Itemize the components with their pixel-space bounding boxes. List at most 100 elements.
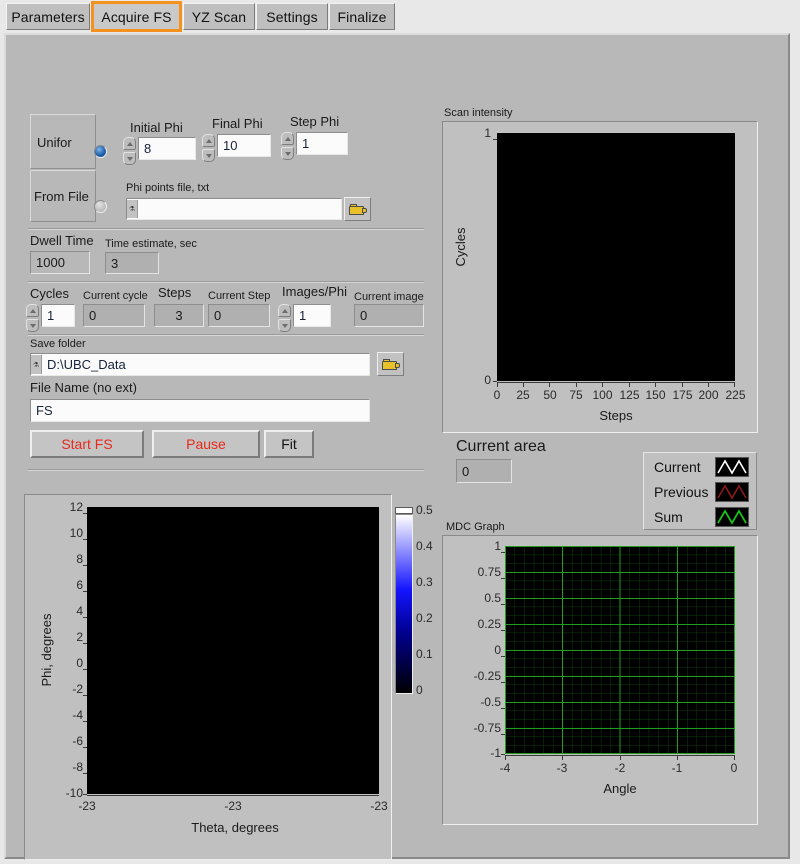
current-area-indicator: 0 [456,459,512,483]
y-tick: -8 [72,760,83,774]
x-axis-title: Steps [599,408,633,423]
y-tick: 0 [494,643,501,657]
scan-intensity-plot-area[interactable] [497,133,735,381]
dwell-time-label: Dwell Time [30,233,94,248]
x-axis-title: Angle [603,781,637,796]
x-tick: -4 [499,761,511,775]
pause-button[interactable]: Pause [152,430,260,458]
tab-label: Settings [266,8,318,25]
dwell-time-input[interactable]: 1000 [30,251,90,274]
tab-settings[interactable]: Settings [256,3,328,30]
fit-label: Fit [281,436,297,452]
time-estimate-indicator: 3 [105,252,159,274]
y-tick: 0 [484,373,491,387]
waveform-icon [717,484,747,500]
y-tick: -10 [65,786,83,800]
tab-finalize[interactable]: Finalize [329,3,395,30]
y-tick: 1 [494,539,501,553]
path-icon: ⚗ [127,200,138,218]
current-cycle-value: 0 [89,308,97,323]
file-name-input[interactable]: FS [30,399,370,422]
y-tick: -0.5 [480,695,501,709]
x-tick: 25 [516,388,530,402]
tab-label: Parameters [11,8,85,25]
waveform-icon [717,459,747,475]
pause-label: Pause [186,436,226,452]
x-tick: -23 [370,799,388,813]
initial-phi-value: 8 [144,141,152,156]
application-window: Parameters Acquire FS YZ Scan Settings F… [0,0,800,864]
uniform-mode-frame[interactable]: Unifor [30,114,96,169]
current-area-label: Current area [456,438,546,455]
step-phi-input[interactable]: 1 [296,132,348,155]
folder-icon [349,204,367,216]
from-file-mode-frame[interactable]: From File [30,170,96,222]
y-tick: 0.5 [484,591,501,605]
final-phi-input[interactable]: 10 [217,134,271,157]
waveform-icon [717,509,747,525]
colorbar-tick: 0.2 [416,611,433,625]
y-axis-title: Cycles [453,227,468,267]
time-estimate-value: 3 [111,255,119,271]
folder-icon [382,359,400,371]
legend-item-current[interactable]: Current [644,455,756,479]
final-phi-label: Final Phi [212,116,263,131]
y-tick: -1 [490,746,501,760]
theta-phi-map[interactable]: 12 10 8 6 4 2 0 -2 -4 -6 -8 -10 -23 -23 … [24,494,392,860]
phi-points-browse-button[interactable] [344,197,371,221]
save-folder-input[interactable]: ⚗ D:\UBC_Data [30,353,370,376]
colorbar-tick: 0.1 [416,647,433,661]
y-tick: -0.75 [473,721,501,735]
scan-intensity-graph[interactable]: 1 0 0 25 50 75 100 125 150 175 200 225 S… [442,121,758,433]
current-image-value: 0 [360,308,368,323]
tab-yz-scan[interactable]: YZ Scan [183,3,255,30]
acquire-fs-panel: Unifor From File Initial Phi 8 Final Phi… [4,33,790,860]
legend-item-sum[interactable]: Sum [644,505,756,529]
colorbar-tick: 0.5 [416,503,433,517]
fit-button[interactable]: Fit [264,430,314,458]
images-per-phi-stepper[interactable] [278,304,291,332]
x-tick: 225 [725,388,746,402]
legend-item-previous[interactable]: Previous [644,480,756,504]
legend-label: Previous [654,484,709,500]
tab-label: YZ Scan [191,8,247,25]
final-phi-value: 10 [223,138,238,153]
save-folder-browse-button[interactable] [377,352,404,376]
step-phi-stepper[interactable] [281,132,294,160]
uniform-mode-label: Unifor [37,135,72,150]
current-cycle-label: Current cycle [83,290,148,302]
images-per-phi-input[interactable]: 1 [293,304,331,327]
y-tick: 0.75 [477,565,501,579]
colorbar[interactable] [395,514,413,694]
steps-value: 3 [175,308,183,323]
current-step-indicator: 0 [208,304,270,327]
time-estimate-label: Time estimate, sec [105,238,197,250]
legend-label: Current [654,459,701,475]
cycles-input[interactable]: 1 [41,304,75,327]
theta-phi-plot-area[interactable] [87,507,379,794]
images-per-phi-label: Images/Phi [282,284,348,299]
y-tick: 0.25 [477,617,501,631]
scan-intensity-title: Scan intensity [444,107,513,119]
y-tick: -0.25 [473,669,501,683]
uniform-radio[interactable] [94,145,107,158]
colorbar-cap [395,507,413,514]
final-phi-stepper[interactable] [202,134,215,162]
tab-acquire-fs[interactable]: Acquire FS [91,1,182,32]
tab-parameters[interactable]: Parameters [6,3,90,30]
mdc-graph[interactable]: 1 0.75 0.5 0.25 0 -0.25 -0.5 -0.75 -1 -4 [442,535,758,825]
plot-legend[interactable]: Current Previous Sum [643,452,757,530]
y-tick: -4 [72,708,83,722]
from-file-radio[interactable] [94,200,107,213]
cycles-stepper[interactable] [26,304,39,332]
cycles-value: 1 [47,308,55,323]
dwell-time-value: 1000 [36,255,65,270]
start-fs-button[interactable]: Start FS [30,430,144,458]
y-axis-title: Phi, degrees [39,613,54,687]
initial-phi-stepper[interactable] [123,137,136,165]
y-tick: -6 [72,734,83,748]
mdc-plot-area[interactable] [505,546,735,754]
phi-points-file-input[interactable]: ⚗ [126,198,342,220]
initial-phi-input[interactable]: 8 [138,137,196,160]
y-tick: 12 [69,500,83,514]
